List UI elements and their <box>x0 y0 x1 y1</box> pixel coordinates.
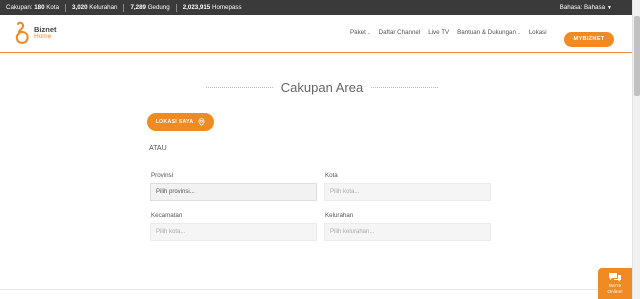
nav-item-paket[interactable]: Paket ⌄ <box>346 29 375 36</box>
lokasi-saya-label: LOKASI SAYA <box>155 119 194 125</box>
kota-label: Kota <box>325 172 338 179</box>
stat-unit: Kelurahan <box>89 3 118 11</box>
stat-unit: Gedung <box>147 3 170 11</box>
top-stats-bar: Cakupan: 180 Kota 3,020 Kelurahan 7,289 … <box>0 0 632 15</box>
mybiznet-button[interactable]: MYBIZNET <box>564 32 614 47</box>
page-title: Cakupan Area <box>280 79 364 95</box>
stat-value: 7,289 <box>130 3 146 11</box>
title-divider-right <box>371 86 438 88</box>
nav-label: Live TV <box>428 29 450 36</box>
title-divider-left <box>206 86 273 88</box>
stat-value: 3,020 <box>72 3 88 11</box>
site-header: Biznet Home Paket ⌄ Daftar Channel Live … <box>0 15 632 53</box>
stat-gedung: 7,289 Gedung <box>124 3 177 12</box>
nav-item-lokasi[interactable]: Lokasi <box>525 29 551 36</box>
biznet-b-logo-icon <box>15 21 29 44</box>
kelurahan-label: Kelurahan <box>325 212 354 219</box>
scrollbar-thumb[interactable] <box>634 16 640 96</box>
language-label: Bahasa: Bahasa <box>559 4 606 11</box>
lokasi-saya-button[interactable]: LOKASI SAYA <box>147 113 214 131</box>
language-selector[interactable]: Bahasa: Bahasa ▼ <box>560 4 612 11</box>
logo-text-biznet: Biznet <box>34 25 57 34</box>
nav-label: Daftar Channel <box>378 29 421 36</box>
stat-kelurahan: 3,020 Kelurahan <box>66 3 125 12</box>
page-title-row: Cakupan Area <box>206 79 438 95</box>
provinsi-label: Provinsi <box>151 172 174 179</box>
stat-label: Cakupan: <box>6 3 33 11</box>
main-nav: Paket ⌄ Daftar Channel Live TV Bantuan &… <box>346 29 551 36</box>
chat-bubbles-icon <box>609 273 621 282</box>
stat-unit: Kota <box>46 3 60 11</box>
section-divider <box>0 289 632 290</box>
chevron-down-icon: ⌄ <box>366 29 371 35</box>
logo-text-home: Home <box>34 33 52 40</box>
nav-item-bantuan[interactable]: Bantuan & Dukungan ⌄ <box>453 29 525 36</box>
nav-item-daftar-channel[interactable]: Daftar Channel <box>375 29 425 36</box>
kelurahan-select[interactable]: Pilih kelurahan... <box>324 223 491 241</box>
live-chat-widget[interactable]: We're Online! <box>598 268 632 299</box>
caret-down-icon: ▼ <box>607 4 612 11</box>
page-scrollbar[interactable] <box>632 0 640 299</box>
biznet-home-logo[interactable]: Biznet Home <box>14 21 57 45</box>
or-separator-text: ATAU <box>149 145 167 152</box>
chevron-down-icon: ⌄ <box>516 29 521 35</box>
kecamatan-select[interactable]: Pilih kota... <box>150 223 317 241</box>
stat-value: 180 <box>34 3 45 11</box>
chat-label-line1: We're <box>608 284 622 289</box>
provinsi-select[interactable]: Pilih provinsi... <box>150 183 317 201</box>
stat-unit: Homepass <box>211 3 242 11</box>
coverage-stats: Cakupan: 180 Kota 3,020 Kelurahan 7,289 … <box>0 0 248 15</box>
chat-label-line2: Online! <box>607 290 623 295</box>
stat-value: 2,023,915 <box>182 3 211 11</box>
nav-label: Bantuan & Dukungan <box>457 29 516 36</box>
nav-label: Lokasi <box>528 29 547 36</box>
nav-label: Paket <box>350 29 366 36</box>
nav-item-live-tv[interactable]: Live TV <box>424 29 453 36</box>
kota-select[interactable]: Pilih kota... <box>324 183 491 201</box>
location-pin-icon <box>198 118 205 126</box>
kecamatan-label: Kecamatan <box>151 212 183 219</box>
stat-homepass: 2,023,915 Homepass <box>177 4 248 12</box>
stat-kota: Cakupan: 180 Kota <box>6 3 67 12</box>
